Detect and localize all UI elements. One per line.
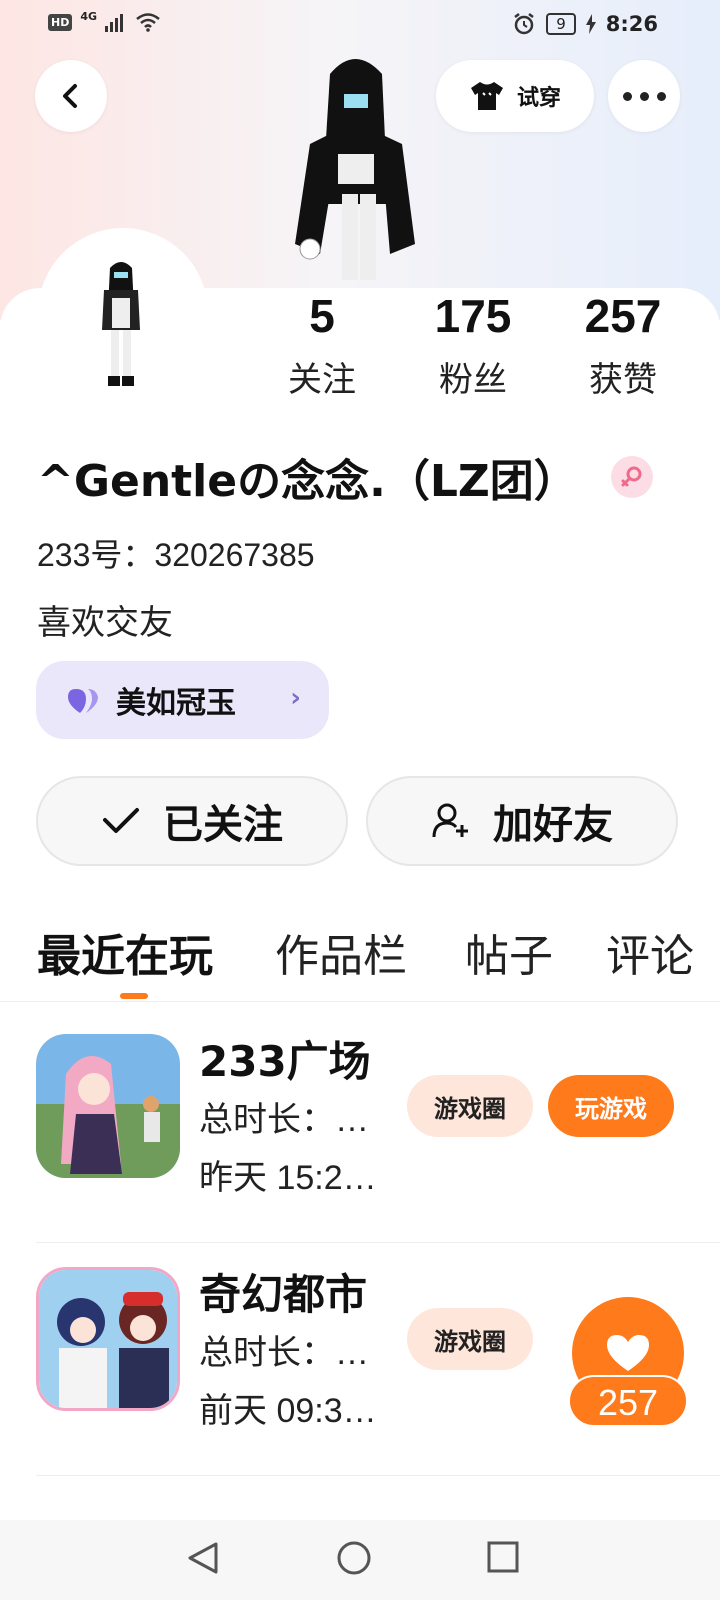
play-game-button[interactable]: 玩游戏 xyxy=(548,1075,674,1137)
like-fab[interactable]: 257 xyxy=(568,1297,688,1427)
more-dots-icon xyxy=(622,91,666,101)
charging-icon xyxy=(585,14,596,34)
active-tab-indicator xyxy=(120,993,148,999)
back-button[interactable] xyxy=(35,60,107,132)
status-bar: HD 4G 9 8:26 xyxy=(0,0,720,50)
likes-label: 获赞 xyxy=(589,360,657,400)
like-count: 257 xyxy=(568,1375,688,1427)
stat-following[interactable]: 5 关注 xyxy=(262,290,382,401)
tabs-divider xyxy=(0,1001,720,1002)
game-last-played: 前天 09:3… xyxy=(199,1392,377,1430)
try-on-button[interactable]: 试穿 xyxy=(436,60,594,132)
battery-indicator: 9 xyxy=(546,13,576,35)
hd-badge: HD xyxy=(48,13,73,31)
chevron-right-icon: › xyxy=(290,683,301,713)
checkmark-icon xyxy=(103,808,139,833)
account-id: 233号：320267385 xyxy=(37,537,315,573)
following-count: 5 xyxy=(309,290,335,342)
profile-name: ^Gentleの念念.（LZ团） xyxy=(37,456,578,507)
tab-posts[interactable]: 帖子 xyxy=(465,920,553,984)
personality-tag-label: 美如冠玉 xyxy=(116,686,236,721)
profile-tabs: 最近在玩 作品栏 帖子 评论 xyxy=(0,920,720,1000)
network-label: 4G xyxy=(80,9,98,23)
followers-count: 175 xyxy=(434,290,512,342)
nav-home-icon[interactable] xyxy=(336,1540,372,1576)
following-label: 关注 xyxy=(288,360,356,400)
heart-icon xyxy=(607,1335,649,1371)
game-title: 奇幻都市 xyxy=(199,1270,368,1319)
followers-label: 粉丝 xyxy=(439,360,507,400)
system-navigation-bar xyxy=(0,1520,720,1600)
status-left: HD 4G xyxy=(48,9,161,32)
stat-followers[interactable]: 175 粉丝 xyxy=(413,290,533,401)
following-button[interactable]: 已关注 xyxy=(36,776,348,866)
game-icon-fantasy-city[interactable] xyxy=(36,1267,180,1411)
game-duration: 总时长：… xyxy=(199,1101,369,1139)
stat-likes[interactable]: 257 获赞 xyxy=(563,290,683,401)
likes-count: 257 xyxy=(584,290,662,342)
profile-bio: 喜欢交友 xyxy=(37,603,173,643)
game-duration: 总时长：… xyxy=(199,1334,369,1372)
tab-works[interactable]: 作品栏 xyxy=(275,920,407,984)
heart-icon xyxy=(68,689,98,713)
game-title: 233广场 xyxy=(199,1037,371,1086)
try-on-label: 试穿 xyxy=(516,86,561,111)
game-circle-button[interactable]: 游戏圈 xyxy=(407,1308,533,1370)
avatar-3d-figure xyxy=(295,59,415,280)
add-friend-button-label: 加好友 xyxy=(493,802,613,848)
tshirt-icon xyxy=(470,82,503,110)
status-right: 9 8:26 xyxy=(512,12,658,36)
add-friend-button[interactable]: 加好友 xyxy=(366,776,678,866)
status-time: 8:26 xyxy=(605,12,658,36)
game-last-played: 昨天 15:2… xyxy=(199,1159,377,1197)
game-thumbnail xyxy=(39,1270,177,1408)
tab-recently-played[interactable]: 最近在玩 xyxy=(37,920,213,984)
more-options-button[interactable] xyxy=(608,60,680,132)
female-gender-icon xyxy=(611,456,653,498)
game-icon-233-square[interactable] xyxy=(36,1034,180,1178)
signal-icon xyxy=(105,14,124,32)
list-item[interactable]: 233广场 总时长：… 昨天 15:2… 游戏圈 玩游戏 xyxy=(0,1010,720,1242)
add-user-icon xyxy=(432,803,468,838)
personality-tag[interactable]: 美如冠玉 › xyxy=(36,661,329,739)
female-symbol-icon xyxy=(621,466,642,487)
game-circle-button[interactable]: 游戏圈 xyxy=(407,1075,533,1137)
nav-back-icon[interactable] xyxy=(186,1540,220,1576)
wifi-icon xyxy=(136,13,160,32)
alarm-icon xyxy=(514,13,534,35)
tab-comments[interactable]: 评论 xyxy=(606,920,694,984)
row-divider xyxy=(36,1475,720,1476)
game-thumbnail xyxy=(36,1034,180,1178)
nav-recents-icon[interactable] xyxy=(486,1540,520,1574)
back-arrow-icon xyxy=(63,84,77,108)
avatar-icon xyxy=(102,262,140,386)
following-button-label: 已关注 xyxy=(163,802,283,848)
